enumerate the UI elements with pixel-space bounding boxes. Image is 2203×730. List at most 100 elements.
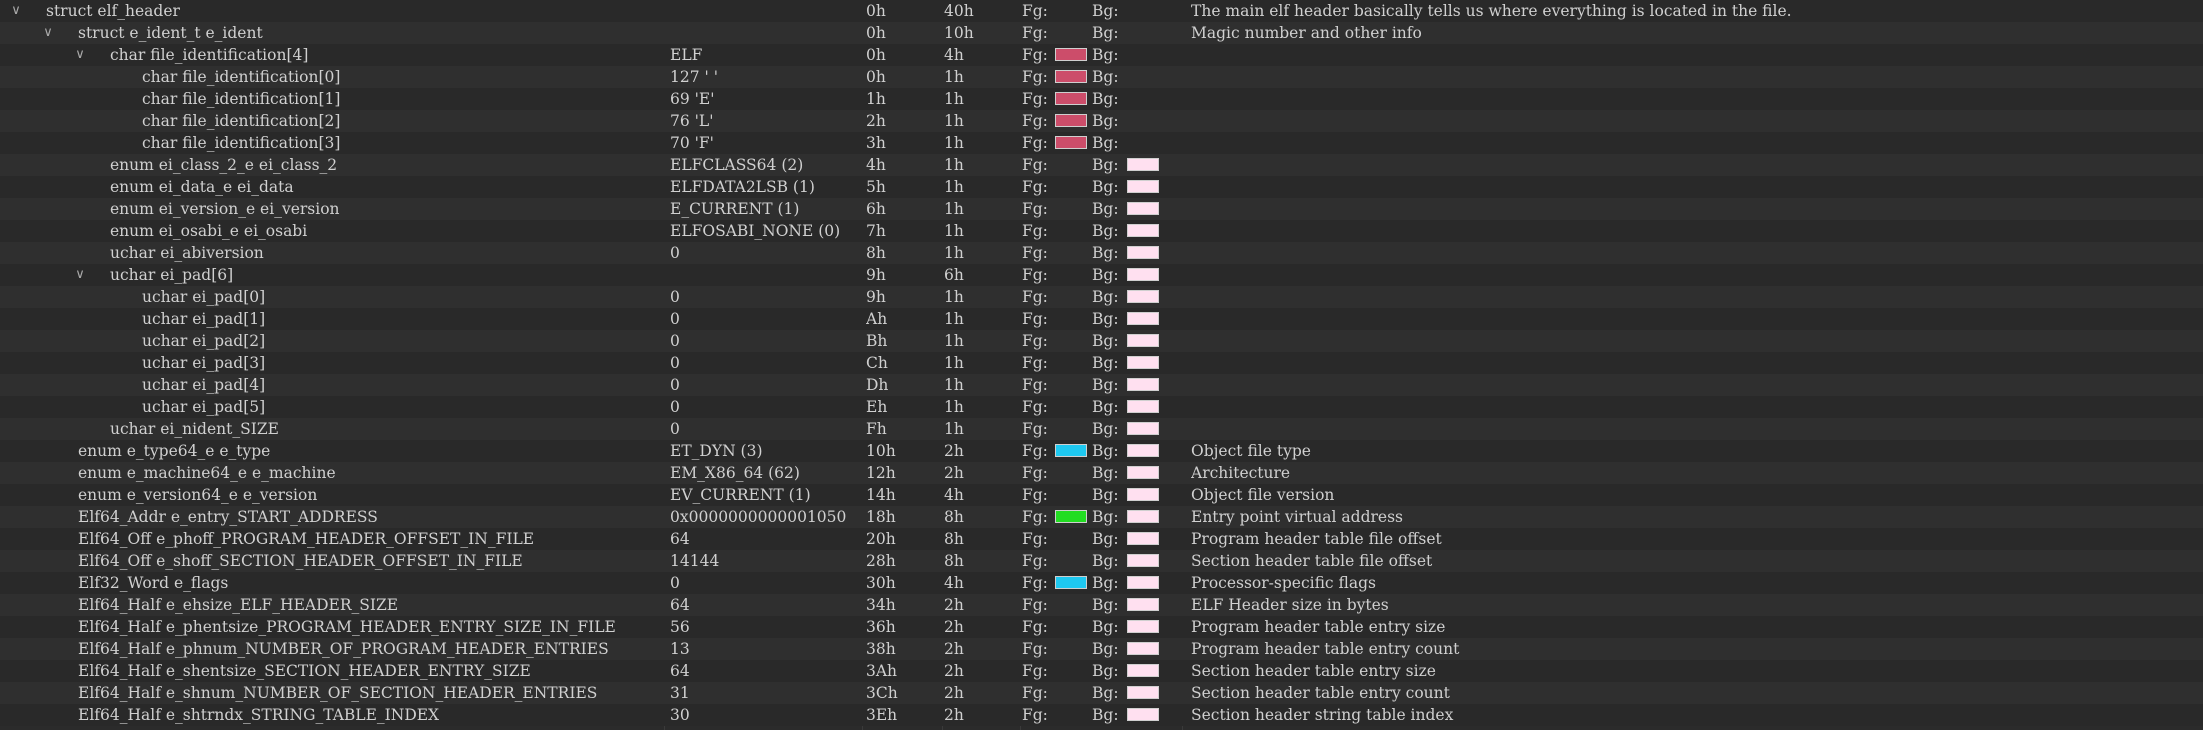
value-cell[interactable]: 69 'E' (670, 88, 862, 110)
value-cell[interactable]: 0 (670, 286, 862, 308)
table-row[interactable]: uchar ei_pad[5] 0 Eh 1h Fg: Bg: (0, 396, 2203, 418)
bg-cell[interactable]: Bg: (1092, 418, 1162, 440)
chevron-down-icon[interactable]: ∨ (72, 44, 88, 66)
fg-cell[interactable]: Fg: (1022, 594, 1092, 616)
fg-cell[interactable]: Fg: (1022, 572, 1092, 594)
fg-cell[interactable]: Fg: (1022, 264, 1092, 286)
bg-cell[interactable]: Bg: (1092, 22, 1162, 44)
chevron-down-icon[interactable]: ∨ (8, 0, 24, 22)
bg-cell[interactable]: Bg: (1092, 0, 1162, 22)
bg-color-swatch[interactable] (1127, 378, 1159, 391)
bg-color-swatch[interactable] (1127, 312, 1159, 325)
fg-cell[interactable]: Fg: (1022, 88, 1092, 110)
table-row[interactable]: uchar ei_pad[1] 0 Ah 1h Fg: Bg: (0, 308, 2203, 330)
fg-cell[interactable]: Fg: (1022, 528, 1092, 550)
chevron-down-icon[interactable]: ∨ (72, 264, 88, 286)
value-cell[interactable]: 56 (670, 616, 862, 638)
table-row[interactable]: char file_identification[2] 76 'L' 2h 1h Fg:… (0, 110, 2203, 132)
value-cell[interactable]: 127 ' ' (670, 66, 862, 88)
fg-color-swatch[interactable] (1055, 70, 1087, 83)
value-cell[interactable]: 30 (670, 704, 862, 726)
value-cell[interactable]: 0 (670, 352, 862, 374)
value-cell[interactable] (670, 22, 862, 44)
fg-cell[interactable]: Fg: (1022, 704, 1092, 726)
fg-cell[interactable]: Fg: (1022, 682, 1092, 704)
value-cell[interactable]: ELFCLASS64 (2) (670, 154, 862, 176)
bg-cell[interactable]: Bg: (1092, 528, 1162, 550)
bg-cell[interactable]: Bg: (1092, 44, 1162, 66)
bg-cell[interactable]: Bg: (1092, 374, 1162, 396)
bg-cell[interactable]: Bg: (1092, 176, 1162, 198)
bg-cell[interactable]: Bg: (1092, 330, 1162, 352)
fg-color-swatch[interactable] (1055, 576, 1087, 589)
bg-cell[interactable]: Bg: (1092, 198, 1162, 220)
table-row[interactable]: enum e_type64_e e_type ET_DYN (3) 10h 2h Fg:… (0, 440, 2203, 462)
table-row[interactable]: uchar ei_pad[2] 0 Bh 1h Fg: Bg: (0, 330, 2203, 352)
table-row[interactable]: Elf64_Half e_shnum_NUMBER_OF_SECTION_HEA… (0, 682, 2203, 704)
bg-color-swatch[interactable] (1127, 334, 1159, 347)
table-row[interactable]: ∨ char file_identification[4] ELF 0h 4h Fg: B… (0, 44, 2203, 66)
fg-cell[interactable]: Fg: (1022, 66, 1092, 88)
bg-color-swatch[interactable] (1127, 466, 1159, 479)
table-row[interactable]: enum ei_class_2_e ei_class_2 ELFCLASS64 (… (0, 154, 2203, 176)
value-cell[interactable]: 0 (670, 242, 862, 264)
table-row[interactable]: Elf64_Off e_shoff_SECTION_HEADER_OFFSET_… (0, 550, 2203, 572)
bg-cell[interactable]: Bg: (1092, 352, 1162, 374)
value-cell[interactable]: 64 (670, 660, 862, 682)
bg-cell[interactable]: Bg: (1092, 88, 1162, 110)
fg-cell[interactable]: Fg: (1022, 352, 1092, 374)
bg-cell[interactable]: Bg: (1092, 462, 1162, 484)
fg-cell[interactable]: Fg: (1022, 440, 1092, 462)
fg-cell[interactable]: Fg: (1022, 396, 1092, 418)
table-row[interactable]: enum e_version64_e e_version EV_CURRENT (… (0, 484, 2203, 506)
fg-color-swatch[interactable] (1055, 48, 1087, 61)
fg-cell[interactable]: Fg: (1022, 462, 1092, 484)
table-row[interactable]: Elf64_Half e_phentsize_PROGRAM_HEADER_EN… (0, 616, 2203, 638)
bg-color-swatch[interactable] (1127, 290, 1159, 303)
bg-cell[interactable]: Bg: (1092, 616, 1162, 638)
table-row[interactable]: uchar ei_abiversion 0 8h 1h Fg: Bg: (0, 242, 2203, 264)
value-cell[interactable]: 0 (670, 374, 862, 396)
fg-cell[interactable]: Fg: (1022, 660, 1092, 682)
template-results-grid[interactable]: ∨ struct elf_header 0h 40h Fg: Bg: The main el… (0, 0, 2203, 730)
table-row[interactable]: Elf64_Half e_shentsize_SECTION_HEADER_EN… (0, 660, 2203, 682)
bg-color-swatch[interactable] (1127, 598, 1159, 611)
value-cell[interactable]: 0 (670, 572, 862, 594)
table-row[interactable]: enum ei_version_e ei_version E_CURRENT (1… (0, 198, 2203, 220)
fg-cell[interactable]: Fg: (1022, 176, 1092, 198)
fg-cell[interactable]: Fg: (1022, 550, 1092, 572)
fg-cell[interactable]: Fg: (1022, 242, 1092, 264)
value-cell[interactable]: 31 (670, 682, 862, 704)
fg-color-swatch[interactable] (1055, 114, 1087, 127)
fg-cell[interactable]: Fg: (1022, 374, 1092, 396)
value-cell[interactable]: ET_DYN (3) (670, 440, 862, 462)
table-row[interactable]: enum ei_osabi_e ei_osabi ELFOSABI_NONE (0… (0, 220, 2203, 242)
table-row[interactable]: ∨ struct elf_header 0h 40h Fg: Bg: The main el… (0, 0, 2203, 22)
bg-color-swatch[interactable] (1127, 532, 1159, 545)
bg-cell[interactable]: Bg: (1092, 264, 1162, 286)
value-cell[interactable]: EM_X86_64 (62) (670, 462, 862, 484)
fg-cell[interactable]: Fg: (1022, 418, 1092, 440)
value-cell[interactable]: 64 (670, 528, 862, 550)
table-row[interactable]: Elf64_Addr e_entry_START_ADDRESS 0x000000… (0, 506, 2203, 528)
table-row[interactable]: Elf64_Half e_phnum_NUMBER_OF_PROGRAM_HEA… (0, 638, 2203, 660)
table-row[interactable]: char file_identification[1] 69 'E' 1h 1h Fg:… (0, 88, 2203, 110)
bg-cell[interactable]: Bg: (1092, 132, 1162, 154)
fg-cell[interactable]: Fg: (1022, 308, 1092, 330)
value-cell[interactable]: 14144 (670, 550, 862, 572)
value-cell[interactable]: 0 (670, 396, 862, 418)
table-row[interactable]: uchar ei_nident_SIZE 0 Fh 1h Fg: Bg: (0, 418, 2203, 440)
table-row[interactable]: uchar ei_pad[0] 0 9h 1h Fg: Bg: (0, 286, 2203, 308)
table-row[interactable]: uchar ei_pad[3] 0 Ch 1h Fg: Bg: (0, 352, 2203, 374)
table-row[interactable]: Elf64_Half e_ehsize_ELF_HEADER_SIZE 64 34h… (0, 594, 2203, 616)
fg-cell[interactable]: Fg: (1022, 330, 1092, 352)
bg-color-swatch[interactable] (1127, 554, 1159, 567)
bg-cell[interactable]: Bg: (1092, 572, 1162, 594)
bg-cell[interactable]: Bg: (1092, 220, 1162, 242)
value-cell[interactable] (670, 0, 862, 22)
fg-cell[interactable]: Fg: (1022, 220, 1092, 242)
bg-cell[interactable]: Bg: (1092, 550, 1162, 572)
table-row[interactable]: Elf32_Word e_flags 0 30h 4h Fg: Bg: Processor-… (0, 572, 2203, 594)
bg-cell[interactable]: Bg: (1092, 484, 1162, 506)
value-cell[interactable]: 64 (670, 594, 862, 616)
